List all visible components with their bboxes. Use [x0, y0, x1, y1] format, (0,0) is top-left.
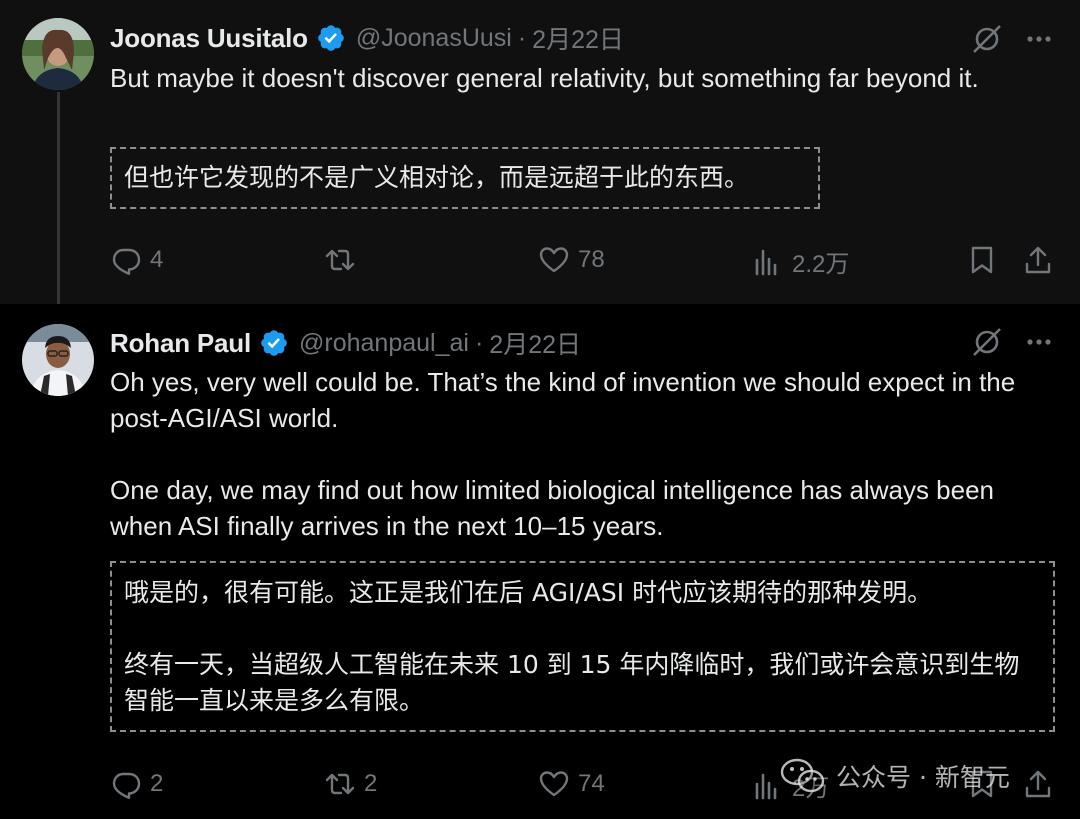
author-name[interactable]: Rohan Paul — [110, 328, 251, 359]
heart-icon — [539, 771, 569, 797]
bookmark-icon — [971, 246, 993, 274]
verified-badge-icon — [261, 330, 287, 356]
heart-icon — [539, 247, 569, 273]
thread-connector — [57, 92, 60, 314]
views-count: 2.2万 — [792, 251, 850, 278]
tweet-text-paragraph: One day, we may find out how limited bio… — [110, 475, 995, 541]
tweet-top-actions — [970, 325, 1056, 359]
grok-icon[interactable] — [970, 22, 1004, 56]
translation-box: 但也许它发现的不是广义相对论，而是远超于此的东西。 — [110, 147, 820, 209]
reply-icon — [112, 772, 141, 799]
more-icon[interactable] — [1022, 325, 1056, 359]
reply-count: 4 — [150, 246, 164, 273]
share-button[interactable] — [1022, 768, 1054, 800]
wechat-watermark: 公众号 · 新智元 — [780, 757, 1010, 795]
avatar[interactable] — [22, 18, 94, 90]
tweet-header: Rohan Paul @rohanpaul_ai · 2月22日 — [110, 325, 581, 361]
separator-dot: · — [474, 328, 484, 357]
translation-box: 哦是的，很有可能。这正是我们在后 AGI/ASI 时代应该期待的那种发明。 终有… — [110, 561, 1055, 732]
retweet-button[interactable]: 2 — [324, 768, 377, 800]
tweet-date[interactable]: 2月22日 — [489, 325, 581, 361]
like-button[interactable]: 74 — [538, 768, 605, 800]
tweet-top-actions — [970, 22, 1056, 56]
author-name[interactable]: Joonas Uusitalo — [110, 23, 308, 54]
views-icon — [755, 249, 777, 275]
retweet-button[interactable] — [324, 244, 356, 276]
tweet-date[interactable]: 2月22日 — [532, 20, 624, 56]
share-icon — [1025, 770, 1051, 798]
tweet-header: Joonas Uusitalo @JoonasUusi · 2月22日 — [110, 20, 624, 56]
reply-button[interactable]: 2 — [110, 768, 163, 800]
wechat-icon — [780, 758, 825, 793]
reply-icon — [112, 248, 141, 275]
author-handle[interactable]: @rohanpaul_ai — [299, 329, 469, 358]
bookmark-button[interactable] — [966, 244, 998, 276]
reply-button[interactable]: 4 — [110, 244, 163, 276]
share-icon — [1025, 246, 1051, 274]
tweet-text-paragraph: Oh yes, very well could be. That’s the k… — [110, 367, 1016, 433]
reply-count: 2 — [150, 770, 164, 797]
retweet-icon — [325, 773, 355, 795]
translation-paragraph: 哦是的，很有可能。这正是我们在后 AGI/ASI 时代应该期待的那种发明。 — [124, 578, 933, 607]
avatar[interactable] — [22, 324, 94, 396]
watermark-text: 公众号 · 新智元 — [836, 763, 1010, 792]
separator-dot: · — [517, 23, 527, 52]
more-icon[interactable] — [1022, 22, 1056, 56]
tweet-joonas[interactable]: Joonas Uusitalo @JoonasUusi · 2月22日 But … — [0, 0, 1080, 304]
like-count: 78 — [578, 246, 605, 273]
verified-badge-icon — [318, 25, 344, 51]
share-button[interactable] — [1022, 244, 1054, 276]
grok-icon[interactable] — [970, 325, 1004, 359]
author-handle[interactable]: @JoonasUusi — [356, 24, 512, 53]
translation-paragraph: 终有一天，当超级人工智能在未来 10 到 15 年内降临时，我们或许会意识到生物… — [124, 650, 1020, 715]
views-button[interactable]: 2.2万 — [752, 244, 849, 279]
like-button[interactable]: 78 — [538, 244, 605, 276]
like-count: 74 — [578, 770, 605, 797]
tweet-actions: 4 78 2.2万 — [0, 244, 1080, 284]
tweet-text: But maybe it doesn't discover general re… — [110, 63, 979, 93]
tweet-text: Oh yes, very well could be. That’s the k… — [110, 364, 1055, 544]
retweet-count: 2 — [364, 770, 378, 797]
retweet-icon — [325, 249, 355, 271]
